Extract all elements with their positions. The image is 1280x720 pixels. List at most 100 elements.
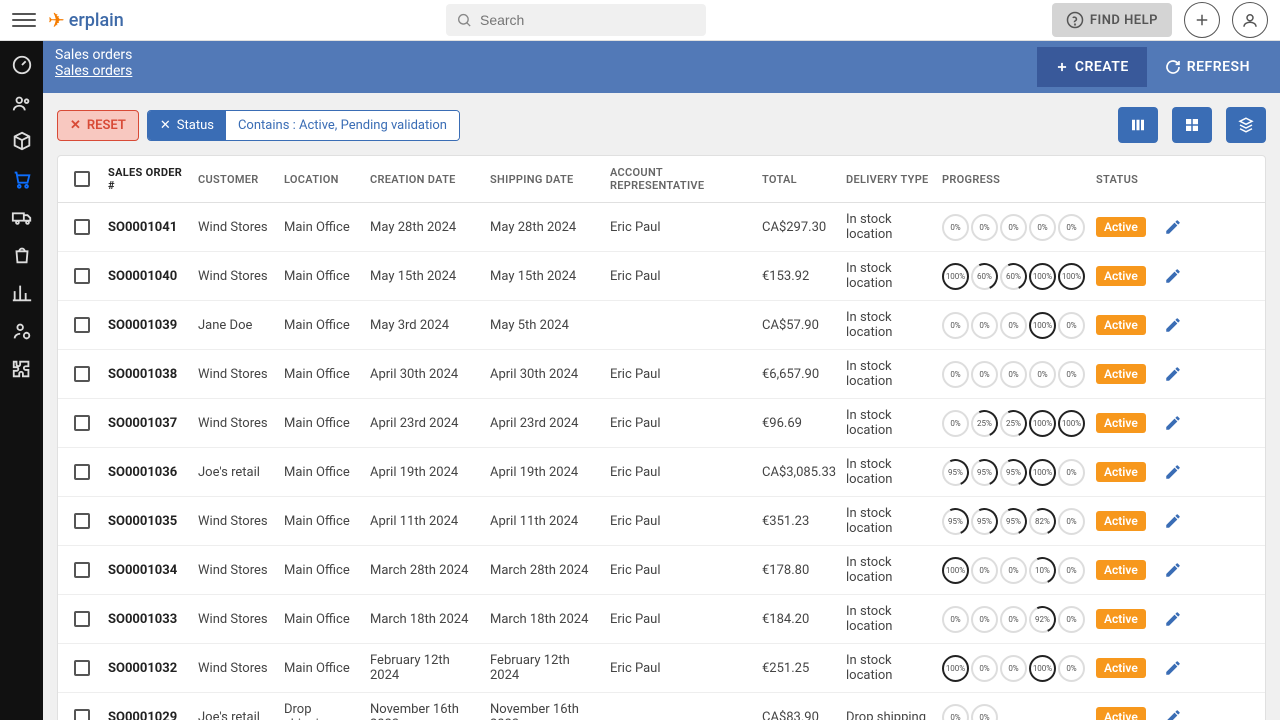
nav-inventory[interactable] <box>10 129 34 153</box>
nav-contacts[interactable] <box>10 91 34 115</box>
col-sales-order[interactable]: SALES ORDER # <box>104 166 194 192</box>
edit-button[interactable] <box>1164 708 1192 720</box>
puzzle-icon <box>11 358 33 380</box>
edit-button[interactable] <box>1164 561 1192 579</box>
nav-team[interactable] <box>10 319 34 343</box>
view-export-button[interactable] <box>1226 107 1266 143</box>
nav-reports[interactable] <box>10 281 34 305</box>
edit-button[interactable] <box>1164 512 1192 530</box>
col-progress[interactable]: PROGRESS <box>938 173 1092 186</box>
edit-button[interactable] <box>1164 659 1192 677</box>
progress-circle: 100% <box>942 655 969 682</box>
status-badge: Active <box>1096 560 1146 580</box>
row-checkbox[interactable] <box>74 709 90 720</box>
table-row[interactable]: SO0001036 Joe's retail Main Office April… <box>58 448 1265 497</box>
profile-button[interactable] <box>1232 2 1268 38</box>
progress-circle: 0% <box>942 704 969 720</box>
status-badge: Active <box>1096 413 1146 433</box>
table-row[interactable]: SO0001029 Joe's retail Drop shipping Nov… <box>58 693 1265 720</box>
row-checkbox[interactable] <box>74 464 90 480</box>
col-shipping-date[interactable]: SHIPPING DATE <box>486 173 606 186</box>
cell-customer: Wind Stores <box>194 563 280 578</box>
cell-so: SO0001036 <box>104 465 194 480</box>
cell-creation-date: April 11th 2024 <box>366 514 486 529</box>
view-grid-button[interactable] <box>1172 107 1212 143</box>
nav-dashboard[interactable] <box>10 53 34 77</box>
table-row[interactable]: SO0001035 Wind Stores Main Office April … <box>58 497 1265 546</box>
progress-circle: 100% <box>1058 263 1085 290</box>
cell-delivery: In stock location <box>842 408 938 438</box>
cell-shipping-date: April 23rd 2024 <box>486 416 606 431</box>
row-checkbox[interactable] <box>74 366 90 382</box>
table-row[interactable]: SO0001032 Wind Stores Main Office Februa… <box>58 644 1265 693</box>
table-row[interactable]: SO0001041 Wind Stores Main Office May 28… <box>58 203 1265 252</box>
find-help-button[interactable]: FIND HELP <box>1052 3 1172 37</box>
cell-progress: 100%0%0%100%0% <box>938 655 1092 682</box>
create-button[interactable]: CREATE <box>1037 47 1147 87</box>
col-creation-date[interactable]: CREATION DATE <box>366 173 486 186</box>
edit-button[interactable] <box>1164 463 1192 481</box>
add-button[interactable] <box>1184 2 1220 38</box>
cell-location: Main Office <box>280 612 366 627</box>
progress-circle: 100% <box>942 557 969 584</box>
pencil-icon <box>1164 610 1182 628</box>
edit-button[interactable] <box>1164 218 1192 236</box>
edit-button[interactable] <box>1164 316 1192 334</box>
nav-shipping[interactable] <box>10 205 34 229</box>
row-checkbox[interactable] <box>74 660 90 676</box>
col-customer[interactable]: CUSTOMER <box>194 173 280 186</box>
table-row[interactable]: SO0001038 Wind Stores Main Office April … <box>58 350 1265 399</box>
refresh-button[interactable]: REFRESH <box>1147 47 1268 87</box>
nav-integrations[interactable] <box>10 357 34 381</box>
row-checkbox[interactable] <box>74 611 90 627</box>
close-icon[interactable]: ✕ <box>160 118 171 133</box>
cell-progress: 100%0%0%10%0% <box>938 557 1092 584</box>
cell-customer: Wind Stores <box>194 514 280 529</box>
edit-button[interactable] <box>1164 610 1192 628</box>
table-row[interactable]: SO0001033 Wind Stores Main Office March … <box>58 595 1265 644</box>
row-checkbox[interactable] <box>74 513 90 529</box>
row-checkbox[interactable] <box>74 562 90 578</box>
reset-button[interactable]: ✕ RESET <box>57 110 139 141</box>
table-row[interactable]: SO0001040 Wind Stores Main Office May 15… <box>58 252 1265 301</box>
nav-purchases[interactable] <box>10 243 34 267</box>
cell-customer: Joe's retail <box>194 710 280 720</box>
logo-text: erplain <box>69 10 124 31</box>
cell-creation-date: April 23rd 2024 <box>366 416 486 431</box>
search-input[interactable] <box>480 12 696 28</box>
cell-delivery: In stock location <box>842 604 938 634</box>
row-checkbox[interactable] <box>74 219 90 235</box>
cell-creation-date: March 18th 2024 <box>366 612 486 627</box>
progress-circle: 0% <box>942 410 969 437</box>
menu-icon[interactable] <box>12 8 36 32</box>
col-status[interactable]: STATUS <box>1092 173 1160 186</box>
cell-total: €153.92 <box>758 269 842 284</box>
col-account-rep[interactable]: ACCOUNT REPRESENTATIVE <box>606 166 758 192</box>
edit-button[interactable] <box>1164 365 1192 383</box>
col-total[interactable]: TOTAL <box>758 173 842 186</box>
view-columns-button[interactable] <box>1118 107 1158 143</box>
progress-circle: 95% <box>938 504 973 539</box>
table-row[interactable]: SO0001034 Wind Stores Main Office March … <box>58 546 1265 595</box>
logo[interactable]: ✈ erplain <box>48 8 124 32</box>
search-input-wrapper[interactable] <box>446 4 706 36</box>
row-checkbox[interactable] <box>74 317 90 333</box>
status-badge: Active <box>1096 511 1146 531</box>
row-checkbox[interactable] <box>74 415 90 431</box>
table-row[interactable]: SO0001037 Wind Stores Main Office April … <box>58 399 1265 448</box>
edit-button[interactable] <box>1164 414 1192 432</box>
pencil-icon <box>1164 561 1182 579</box>
edit-button[interactable] <box>1164 267 1192 285</box>
select-all-checkbox[interactable] <box>74 171 90 187</box>
cell-delivery: Drop shipping <box>842 710 938 720</box>
progress-circle: 0% <box>1058 508 1085 535</box>
breadcrumb-link[interactable]: Sales orders <box>55 63 1037 79</box>
table-row[interactable]: SO0001039 Jane Doe Main Office May 3rd 2… <box>58 301 1265 350</box>
nav-sales[interactable] <box>10 167 34 191</box>
col-location[interactable]: LOCATION <box>280 173 366 186</box>
status-filter-chip[interactable]: ✕ Status Contains : Active, Pending vali… <box>147 110 460 141</box>
col-delivery[interactable]: DELIVERY TYPE <box>842 173 938 186</box>
cell-so: SO0001040 <box>104 269 194 284</box>
cell-so: SO0001039 <box>104 318 194 333</box>
row-checkbox[interactable] <box>74 268 90 284</box>
